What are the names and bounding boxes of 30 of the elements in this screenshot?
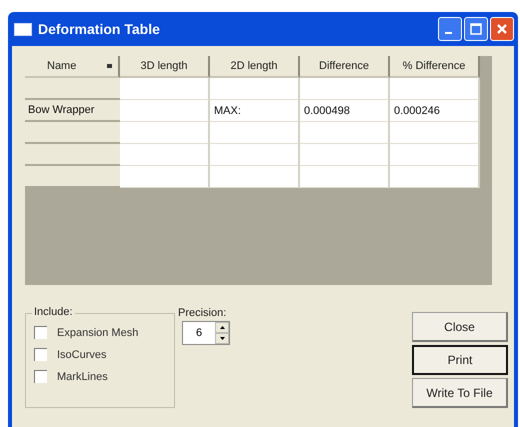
row-header[interactable]: Bow Wrapper xyxy=(25,100,120,122)
precision-spinner[interactable]: 6 xyxy=(182,321,230,345)
close-icon xyxy=(495,22,509,36)
group-label: Include: xyxy=(32,306,75,318)
dialog-button[interactable]: Close xyxy=(412,312,508,342)
checkbox-label: IsoCurves xyxy=(57,348,107,360)
column-header[interactable]: Difference xyxy=(300,56,390,78)
dialog-button[interactable]: Write To File xyxy=(412,378,508,408)
column-header[interactable]: Name xyxy=(25,56,120,78)
checkbox[interactable] xyxy=(34,348,47,361)
precision-label: Precision: xyxy=(178,307,228,319)
table-cell: 0.000498 xyxy=(300,100,390,122)
window-icon xyxy=(14,22,32,36)
column-header[interactable]: % Difference xyxy=(390,56,480,78)
checkbox-label: Expansion Mesh xyxy=(57,326,138,338)
close-button[interactable] xyxy=(490,17,514,41)
checkbox[interactable] xyxy=(34,370,47,383)
column-header[interactable]: 3D length xyxy=(120,56,210,78)
checkbox-label: MarkLines xyxy=(57,370,108,382)
table-cell: 0.000246 xyxy=(390,100,480,122)
sort-icon xyxy=(107,64,112,68)
minimize-icon xyxy=(444,32,452,34)
dialog-button[interactable]: Print xyxy=(412,345,508,375)
checkbox[interactable] xyxy=(34,326,47,339)
column-header[interactable]: 2D length xyxy=(210,56,300,78)
maximize-icon xyxy=(469,22,483,36)
minimize-button[interactable] xyxy=(438,17,462,41)
window-title: Deformation Table xyxy=(38,21,161,37)
maximize-button[interactable] xyxy=(464,17,488,41)
table-cell: MAX: xyxy=(210,100,300,122)
